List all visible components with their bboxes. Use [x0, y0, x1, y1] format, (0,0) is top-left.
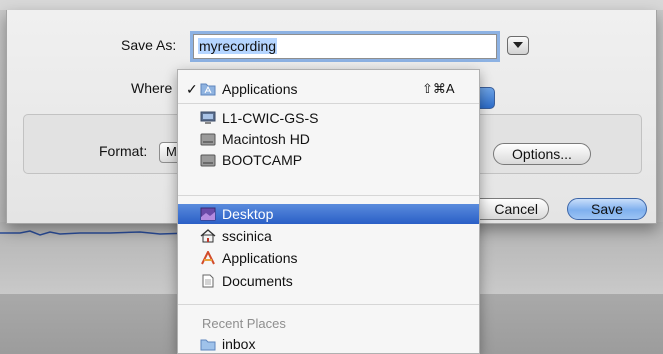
applications-folder-icon — [200, 83, 216, 96]
where-popup-button[interactable] — [479, 87, 495, 109]
save-as-label: Save As: — [121, 37, 177, 53]
home-icon — [200, 229, 216, 243]
menu-item-computer[interactable]: L1-CWIC-GS-S — [178, 108, 479, 128]
where-dropdown-menu: ✓ Applications ⇧⌘A L1-CWIC-GS-S Macintos… — [177, 69, 480, 354]
expand-dialog-button[interactable] — [507, 36, 529, 55]
folder-icon — [200, 339, 216, 351]
hard-drive-icon — [200, 154, 216, 167]
menu-item-label: Desktop — [222, 206, 274, 222]
menu-item-label: inbox — [222, 336, 256, 352]
documents-icon — [202, 274, 214, 288]
desktop-icon — [200, 207, 216, 221]
checkmark-icon: ✓ — [186, 81, 198, 97]
background-toolbar — [0, 0, 663, 10]
where-label: Where — [131, 80, 173, 96]
menu-item-label: L1-CWIC-GS-S — [222, 110, 319, 126]
menu-item-current-applications[interactable]: ✓ Applications ⇧⌘A — [178, 79, 479, 99]
menu-separator — [178, 103, 479, 104]
menu-item-documents[interactable]: Documents — [178, 271, 479, 291]
menu-item-label: Applications — [222, 250, 298, 266]
format-label: Format: — [99, 143, 148, 159]
menu-item-bootcamp[interactable]: BOOTCAMP — [178, 150, 479, 170]
menu-item-label: Documents — [222, 273, 293, 289]
menu-separator — [178, 195, 479, 196]
menu-item-home[interactable]: sscinica — [178, 226, 479, 246]
menu-item-macintosh-hd[interactable]: Macintosh HD — [178, 129, 479, 149]
menu-item-desktop[interactable]: Desktop — [178, 204, 479, 224]
filename-input[interactable]: myrecording — [193, 34, 497, 59]
filename-text: myrecording — [198, 38, 278, 54]
options-button[interactable]: Options... — [493, 143, 591, 165]
computer-icon — [200, 111, 216, 124]
menu-item-label: BOOTCAMP — [222, 152, 303, 168]
menu-separator — [178, 304, 479, 305]
menu-item-label: Macintosh HD — [222, 131, 310, 147]
hard-drive-icon — [200, 133, 216, 146]
chevron-down-icon — [513, 42, 523, 48]
applications-icon — [201, 251, 215, 265]
save-button[interactable]: Save — [567, 198, 647, 220]
menu-item-inbox[interactable]: inbox — [178, 334, 479, 354]
menu-item-label: sscinica — [222, 228, 272, 244]
menu-item-label: Applications — [222, 81, 298, 97]
menu-item-applications[interactable]: Applications — [178, 248, 479, 268]
recent-places-header: Recent Places — [202, 316, 286, 331]
keyboard-shortcut: ⇧⌘A — [422, 81, 455, 96]
